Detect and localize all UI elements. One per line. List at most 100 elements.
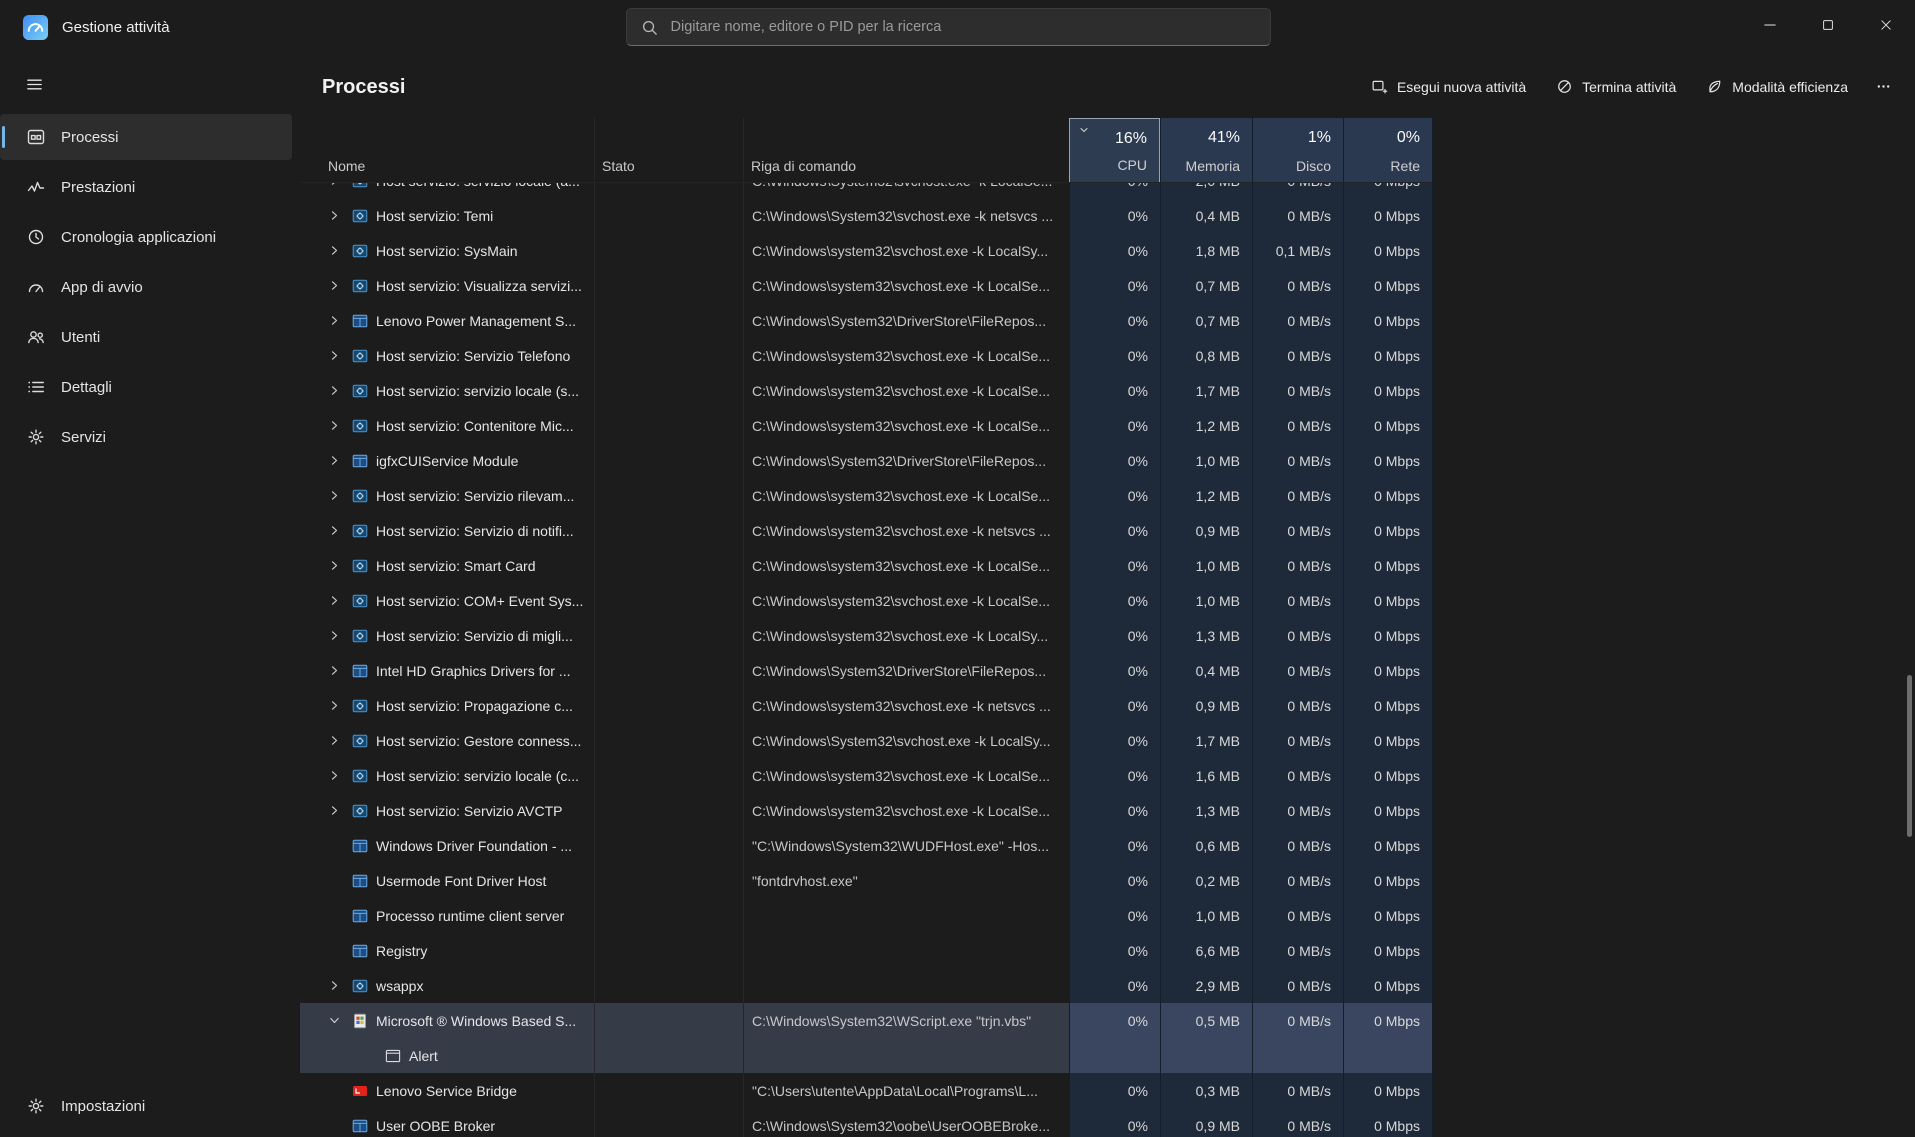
cmdline-cell: C:\Windows\system32\svchost.exe -k Local… — [743, 758, 1069, 793]
process-row[interactable]: Host servizio: Servizio di notifi... C:\W… — [300, 513, 1433, 548]
process-name: Host servizio: servizio locale (a... — [376, 183, 580, 189]
chevron-down-icon[interactable] — [328, 1014, 352, 1027]
process-rows: Host servizio: servizio locale (a... C:\W… — [300, 183, 1433, 1137]
sidebar-item-utenti[interactable]: Utenti — [0, 314, 292, 360]
column-header-stato[interactable]: Stato — [602, 158, 635, 174]
sidebar-item-label: Servizi — [61, 428, 107, 446]
process-row[interactable]: Host servizio: servizio locale (a... C:\W… — [300, 183, 1433, 198]
memory-value-cell: 0,6 MB — [1160, 828, 1252, 863]
process-row[interactable]: Registry 0% 6,6 MB 0 MB/s 0 Mbps — [300, 933, 1433, 968]
column-header-rete[interactable]: 0% Rete — [1343, 118, 1433, 183]
process-row[interactable]: Host servizio: Temi C:\Windows\System32\s… — [300, 198, 1433, 233]
chevron-right-icon[interactable] — [328, 209, 352, 222]
process-row[interactable]: Host servizio: COM+ Event Sys... C:\Windo… — [300, 583, 1433, 618]
chevron-right-icon[interactable] — [328, 559, 352, 572]
column-header-nome[interactable]: Nome — [328, 158, 365, 174]
disk-value-cell: 0 MB/s — [1252, 1108, 1343, 1137]
chevron-right-icon[interactable] — [328, 629, 352, 642]
process-row[interactable]: Windows Driver Foundation - ... "C:\Windo… — [300, 828, 1433, 863]
sidebar-item-servizi[interactable]: Servizi — [0, 414, 292, 460]
status-cell — [594, 933, 743, 968]
chevron-right-icon[interactable] — [328, 244, 352, 257]
modalit-efficienza-button[interactable]: Modalità efficienza — [1694, 70, 1860, 103]
network-value-cell: 0 Mbps — [1343, 653, 1433, 688]
memory-value-cell: 1,0 MB — [1160, 443, 1252, 478]
chevron-right-icon[interactable] — [328, 314, 352, 327]
vertical-scrollbar[interactable] — [1907, 675, 1912, 837]
chevron-right-icon[interactable] — [328, 979, 352, 992]
process-row[interactable]: Processo runtime client server 0% 1,0 MB 0 … — [300, 898, 1433, 933]
process-row[interactable]: Host servizio: servizio locale (s... C:\W… — [300, 373, 1433, 408]
chevron-right-icon[interactable] — [328, 419, 352, 432]
process-row[interactable]: Alert — [300, 1038, 1433, 1073]
menu-button[interactable] — [14, 69, 54, 105]
more-button[interactable] — [1866, 70, 1901, 103]
sidebar-item-cronologia-applicazioni[interactable]: Cronologia applicazioni — [0, 214, 292, 260]
process-row[interactable]: Usermode Font Driver Host "fontdrvhost.ex… — [300, 863, 1433, 898]
process-row[interactable]: Host servizio: Servizio AVCTP C:\Windows\… — [300, 793, 1433, 828]
process-row[interactable]: Host servizio: Servizio di migli... C:\Wi… — [300, 618, 1433, 653]
process-row[interactable]: Host servizio: Visualizza servizi... C:\W… — [300, 268, 1433, 303]
cpu-value-cell: 0% — [1069, 863, 1160, 898]
sidebar-item-prestazioni[interactable]: Prestazioni — [0, 164, 292, 210]
process-row[interactable]: Host servizio: servizio locale (c... C:\W… — [300, 758, 1433, 793]
process-row[interactable]: User OOBE Broker C:\Windows\System32\oobe… — [300, 1108, 1433, 1137]
sidebar-item-impostazioni[interactable]: Impostazioni — [0, 1083, 292, 1129]
sidebar-item-dettagli[interactable]: Dettagli — [0, 364, 292, 410]
chevron-right-icon[interactable] — [328, 384, 352, 397]
maximize-button[interactable] — [1799, 0, 1857, 55]
process-row[interactable]: Lenovo Power Management S... C:\Windows\S… — [300, 303, 1433, 338]
chevron-right-icon[interactable] — [328, 594, 352, 607]
chevron-right-icon[interactable] — [328, 454, 352, 467]
disk-label: Disco — [1295, 158, 1331, 174]
chevron-right-icon[interactable] — [328, 279, 352, 292]
process-row[interactable]: Host servizio: Servizio Telefono C:\Windo… — [300, 338, 1433, 373]
process-name-cell: Alert — [300, 1038, 594, 1073]
process-row[interactable]: Host servizio: Contenitore Mic... C:\Wind… — [300, 408, 1433, 443]
sort-chevron-icon — [1078, 123, 1090, 135]
chevron-right-icon[interactable] — [328, 734, 352, 747]
history-icon — [26, 227, 46, 247]
chevron-right-icon[interactable] — [328, 699, 352, 712]
chevron-right-icon[interactable] — [328, 489, 352, 502]
chevron-right-icon[interactable] — [328, 524, 352, 537]
process-row[interactable]: Host servizio: SysMain C:\Windows\system3… — [300, 233, 1433, 268]
minimize-button[interactable] — [1741, 0, 1799, 55]
esegui-nuova-attivit-button[interactable]: Esegui nuova attività — [1359, 70, 1538, 103]
sidebar-item-label: Prestazioni — [61, 178, 136, 196]
chevron-right-icon[interactable] — [328, 769, 352, 782]
service-icon — [352, 803, 376, 819]
column-header-disco[interactable]: 1% Disco — [1252, 118, 1343, 183]
process-row[interactable]: igfxCUIService Module C:\Windows\System32… — [300, 443, 1433, 478]
cmdline-cell — [743, 968, 1069, 1003]
process-row[interactable]: Host servizio: Propagazione c... C:\Windo… — [300, 688, 1433, 723]
process-name: Host servizio: Contenitore Mic... — [376, 417, 574, 434]
cmdline-cell: C:\Windows\system32\svchost.exe -k Local… — [743, 583, 1069, 618]
process-row[interactable]: wsappx 0% 2,9 MB 0 MB/s 0 Mbps — [300, 968, 1433, 1003]
process-name: User OOBE Broker — [376, 1117, 496, 1134]
column-header-cpu[interactable]: 16% CPU — [1069, 118, 1160, 183]
column-header-memoria[interactable]: 41% Memoria — [1160, 118, 1252, 183]
cpu-value-cell: 0% — [1069, 793, 1160, 828]
column-header-riga-di-comando[interactable]: Riga di comando — [751, 158, 856, 174]
performance-icon — [26, 177, 46, 197]
termina-attivit-button[interactable]: Termina attività — [1544, 70, 1688, 103]
chevron-right-icon[interactable] — [328, 804, 352, 817]
process-row[interactable]: Intel HD Graphics Drivers for ... C:\Wind… — [300, 653, 1433, 688]
network-value-cell: 0 Mbps — [1343, 968, 1433, 1003]
titlebar: Gestione attività Digitare nome, editore… — [0, 0, 1915, 55]
status-cell — [594, 338, 743, 373]
process-row[interactable]: Host servizio: Servizio rilevam... C:\Win… — [300, 478, 1433, 513]
chevron-right-icon[interactable] — [328, 183, 352, 187]
sidebar-item-processi[interactable]: Processi — [0, 114, 292, 160]
process-row[interactable]: Microsoft ® Windows Based S... C:\Windows… — [300, 1003, 1433, 1038]
close-button[interactable] — [1857, 0, 1915, 55]
process-row[interactable]: Host servizio: Smart Card C:\Windows\syst… — [300, 548, 1433, 583]
sidebar-item-app-di-avvio[interactable]: App di avvio — [0, 264, 292, 310]
memory-value-cell — [1160, 1038, 1252, 1073]
chevron-right-icon[interactable] — [328, 664, 352, 677]
search-input[interactable]: Digitare nome, editore o PID per la rice… — [625, 8, 1271, 46]
process-row[interactable]: Host servizio: Gestore conness... C:\Wind… — [300, 723, 1433, 758]
process-row[interactable]: Lenovo Service Bridge "C:\Users\utente\Ap… — [300, 1073, 1433, 1108]
chevron-right-icon[interactable] — [328, 349, 352, 362]
